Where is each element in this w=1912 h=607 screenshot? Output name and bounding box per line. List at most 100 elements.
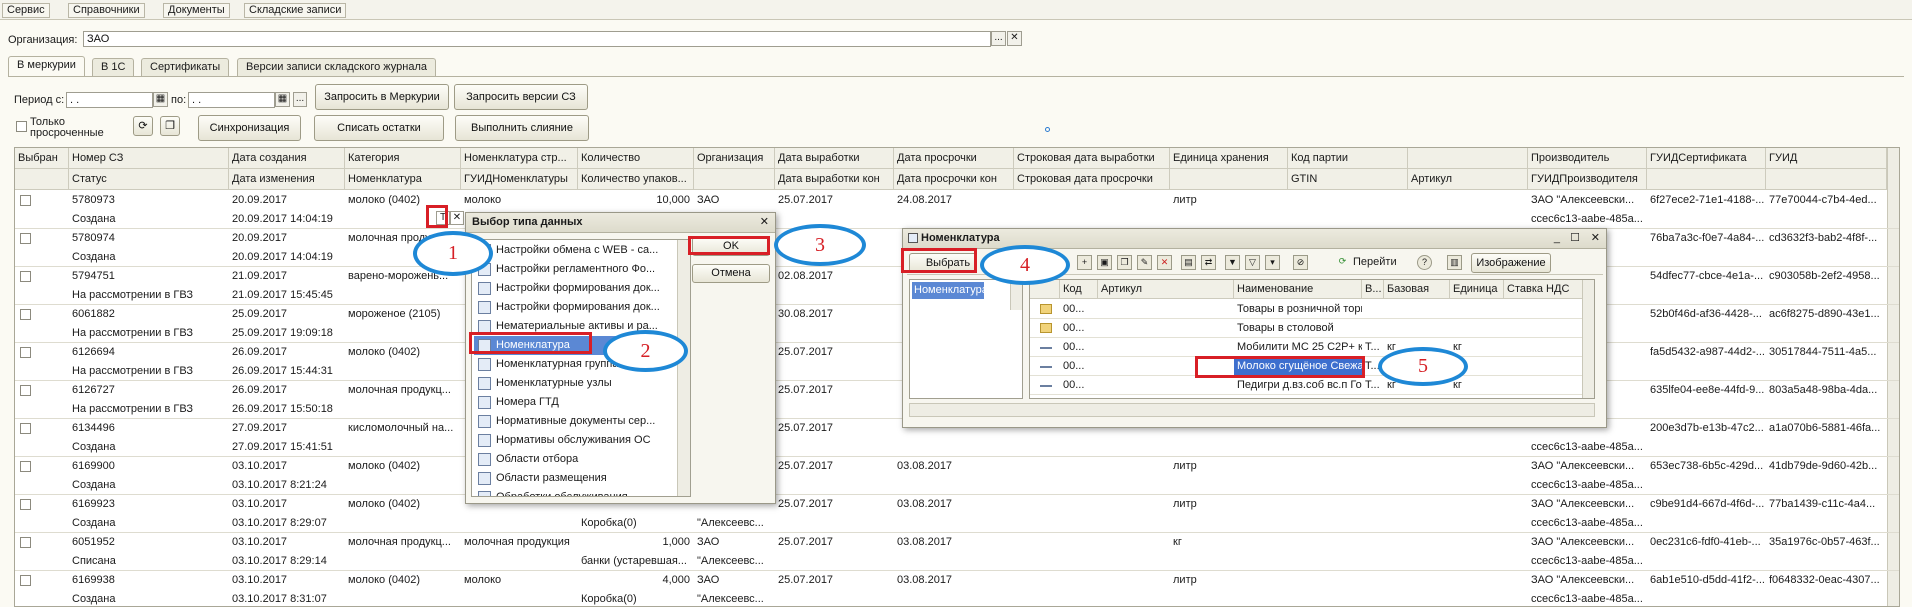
filter-list-icon[interactable]: ▾ xyxy=(1265,255,1280,270)
column-header[interactable]: Выбран xyxy=(15,148,69,169)
column-header[interactable]: ГУИДНоменклатуры xyxy=(461,169,578,190)
column-header[interactable]: Количество xyxy=(578,148,694,169)
column-header[interactable]: Дата создания xyxy=(229,148,345,169)
select-checkbox[interactable] xyxy=(20,233,31,244)
select-checkbox[interactable] xyxy=(20,461,31,472)
calendar-from-icon[interactable]: ▦ xyxy=(153,92,168,107)
request-mercury-button[interactable]: Запросить в Меркурии xyxy=(315,84,449,110)
menu-directories[interactable]: Справочники xyxy=(68,3,145,18)
nom-hscrollbar[interactable] xyxy=(909,403,1595,417)
column-header[interactable]: Производитель xyxy=(1528,148,1647,169)
column-header[interactable]: ГУИДПроизводителя xyxy=(1528,169,1647,190)
nom-column-header[interactable]: Базовая xyxy=(1384,280,1450,299)
tab-1c[interactable]: В 1С xyxy=(92,58,135,76)
column-header[interactable]: Дата выработки кон xyxy=(775,169,894,190)
only-expired-checkbox[interactable] xyxy=(16,121,27,132)
copy-icon[interactable]: ❐ xyxy=(160,116,180,136)
column-header[interactable]: Код партии xyxy=(1288,148,1408,169)
add-folder-icon[interactable]: ▣ xyxy=(1097,255,1112,270)
goto-button[interactable]: Перейти xyxy=(1353,256,1397,268)
type-list-item[interactable]: Обработки обслуживания... xyxy=(474,488,660,496)
copy-icon[interactable]: ❐ xyxy=(1117,255,1132,270)
org-field[interactable]: ЗАО xyxy=(83,31,991,47)
column-header[interactable]: Количество упаков... xyxy=(578,169,694,190)
select-checkbox[interactable] xyxy=(20,499,31,510)
grid-scrollbar[interactable] xyxy=(1887,148,1899,606)
type-select-button[interactable]: T xyxy=(436,211,450,225)
nom-table-row[interactable]: 00...Мобилити МС 25 С2Р+ канин...Т...кгк… xyxy=(1030,338,1594,357)
period-to-field[interactable]: . . xyxy=(188,92,275,108)
barcode-icon[interactable]: ▥ xyxy=(1447,255,1462,270)
select-checkbox[interactable] xyxy=(20,347,31,358)
nom-table-row[interactable]: 00... Товары в розничной торговле xyxy=(1030,300,1594,319)
menu-documents[interactable]: Документы xyxy=(163,3,230,18)
select-checkbox[interactable] xyxy=(20,271,31,282)
request-versions-button[interactable]: Запросить версии СЗ xyxy=(454,84,588,110)
column-header[interactable]: ГУИД xyxy=(1766,148,1887,169)
maximize-icon[interactable]: ☐ xyxy=(1570,229,1580,248)
type-list-item[interactable]: Номенклатурные узлы xyxy=(474,374,660,393)
column-header[interactable]: Строковая дата просрочки xyxy=(1014,169,1170,190)
nom-table-scrollbar[interactable] xyxy=(1582,280,1594,398)
column-header[interactable]: Единица хранения xyxy=(1170,148,1288,169)
add-icon[interactable]: + xyxy=(1077,255,1092,270)
column-header[interactable]: Дата просрочки кон xyxy=(894,169,1014,190)
column-header[interactable]: Дата просрочки xyxy=(894,148,1014,169)
merge-button[interactable]: Выполнить слияние xyxy=(455,115,589,141)
tab-journal-versions[interactable]: Версии записи складского журнала xyxy=(237,58,436,76)
select-checkbox[interactable] xyxy=(20,575,31,586)
nom-table-row[interactable]: 00...Педигри д.вз.соб вс.п Говяд...Т...к… xyxy=(1030,376,1594,395)
column-header[interactable]: Организация xyxy=(694,148,775,169)
clear-filter-icon[interactable]: ⊘ xyxy=(1293,255,1308,270)
org-clear-button[interactable]: ✕ xyxy=(1007,31,1022,46)
nom-column-header[interactable]: Наименование xyxy=(1234,280,1362,299)
nom-column-header[interactable]: В... xyxy=(1362,280,1384,299)
column-header[interactable]: Дата выработки xyxy=(775,148,894,169)
close-icon[interactable]: ✕ xyxy=(1591,229,1600,248)
move-icon[interactable]: ⇄ xyxy=(1201,255,1216,270)
filter-value-icon[interactable]: ▽ xyxy=(1245,255,1260,270)
column-header[interactable]: ГУИДСертификата xyxy=(1647,148,1766,169)
select-checkbox[interactable] xyxy=(20,195,31,206)
column-header[interactable] xyxy=(694,169,775,190)
column-header[interactable]: Строковая дата выработки xyxy=(1014,148,1170,169)
inline-clear-button[interactable]: ✕ xyxy=(450,211,464,225)
type-list-item[interactable]: Области отбора xyxy=(474,450,660,469)
help-icon[interactable]: ? xyxy=(1417,255,1432,270)
nom-column-header[interactable]: Код xyxy=(1060,280,1098,299)
type-list-item[interactable]: Настройки формирования док... xyxy=(474,279,660,298)
image-button[interactable]: Изображение xyxy=(1471,253,1551,273)
nom-table-row[interactable]: 00...Молоко сгущёное Свежая М...Т...кгкг xyxy=(1030,357,1594,376)
refresh-icon[interactable]: ⟳ xyxy=(133,116,153,136)
select-checkbox[interactable] xyxy=(20,385,31,396)
column-header[interactable]: Статус xyxy=(69,169,229,190)
type-list-item[interactable]: Нормативы обслуживания ОС xyxy=(474,431,660,450)
calendar-to-icon[interactable]: ▦ xyxy=(275,92,290,107)
column-header[interactable] xyxy=(1647,169,1766,190)
menu-service[interactable]: Сервис xyxy=(2,3,50,18)
column-header[interactable]: Артикул xyxy=(1408,169,1528,190)
column-header[interactable]: Номенклатура стр... xyxy=(461,148,578,169)
select-checkbox[interactable] xyxy=(20,537,31,548)
column-header[interactable]: Категория xyxy=(345,148,461,169)
column-header[interactable]: GTIN xyxy=(1288,169,1408,190)
column-header[interactable] xyxy=(15,169,69,190)
sync-button[interactable]: Синхронизация xyxy=(198,115,301,141)
column-header[interactable] xyxy=(1408,148,1528,169)
type-list-item[interactable]: Настройки регламентного Фо... xyxy=(474,260,660,279)
cancel-button[interactable]: Отмена xyxy=(692,264,770,283)
period-from-field[interactable]: . . xyxy=(66,92,153,108)
type-list-scrollbar[interactable] xyxy=(677,240,690,496)
select-button[interactable]: Выбрать xyxy=(909,253,977,273)
type-list-item[interactable]: Нормативные документы сер... xyxy=(474,412,660,431)
edit-icon[interactable]: ✎ xyxy=(1137,255,1152,270)
type-list-item[interactable]: Номера ГТД xyxy=(474,393,660,412)
type-list-item[interactable]: Настройки обмена с WEB - са... xyxy=(474,241,660,260)
write-off-button[interactable]: Списать остатки xyxy=(314,115,444,141)
nom-table-row[interactable]: 00... Товары в столовой xyxy=(1030,319,1594,338)
ok-button[interactable]: OK xyxy=(692,237,770,256)
close-icon[interactable]: ✕ xyxy=(760,213,769,232)
menu-warehouse-records[interactable]: Складские записи xyxy=(244,3,347,18)
column-header[interactable] xyxy=(1170,169,1288,190)
tree-item-nomenclature[interactable]: Номенклатура xyxy=(912,282,988,299)
